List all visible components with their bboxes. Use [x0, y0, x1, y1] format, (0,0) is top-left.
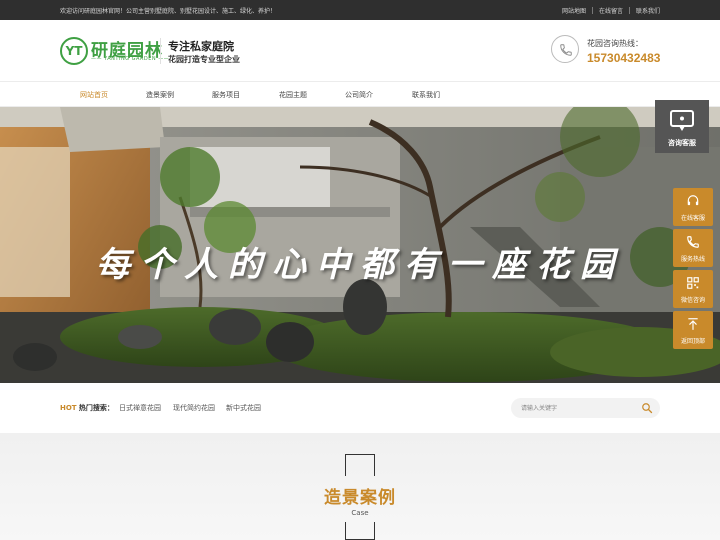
divider [591, 7, 593, 14]
nav-contact[interactable]: 联系我们 [412, 90, 440, 100]
wechat-consult-button[interactable]: 微信咨询 [673, 270, 713, 308]
banner-headline: 每个人的心中都有一座花园 [96, 245, 624, 285]
main-nav: 网站首页 造景案例 服务项目 花园主题 公司简介 联系我们 [0, 81, 720, 107]
hotline-label: 花园咨询热线： [587, 39, 643, 48]
phone-icon [687, 236, 699, 248]
back-to-top-button[interactable]: 返回顶部 [673, 311, 713, 349]
hot-keyword[interactable]: 现代简约花园 [173, 403, 215, 413]
search-icon[interactable] [641, 402, 653, 414]
title-frame [345, 522, 375, 540]
search-box [511, 398, 660, 418]
top-links: 网站地图 在线留言 联系我们 [562, 6, 660, 15]
online-service-button[interactable]: 在线客服 [673, 188, 713, 226]
nav-cases[interactable]: 造景案例 [146, 90, 174, 100]
welcome-text: 欢迎访问研庭园林官网！公司主营别墅庭院、别墅花园设计、施工、绿化、养护！ [60, 8, 277, 15]
logo-icon[interactable]: YT [60, 37, 88, 65]
service-hotline-label: 服务热线 [680, 256, 705, 263]
hot-keyword[interactable]: 新中式花园 [226, 403, 261, 413]
hot-search-title: 热门搜索： [78, 404, 114, 412]
hero-banner: 每个人的心中都有一座花园 [0, 107, 720, 383]
online-message-link[interactable]: 在线留言 [599, 6, 623, 15]
nav-themes[interactable]: 花园主题 [279, 90, 307, 100]
top-bar: 欢迎访问研庭园林官网！公司主营别墅庭院、别墅花园设计、施工、绿化、养护！ 网站地… [0, 0, 720, 20]
online-service-label: 在线客服 [680, 215, 705, 222]
consult-label: 咨询客服 [668, 139, 696, 147]
back-to-top-label: 返回顶部 [680, 338, 705, 345]
nav-home[interactable]: 网站首页 [80, 90, 108, 100]
chat-bubble-icon [670, 110, 694, 131]
divider [160, 38, 161, 64]
search-input[interactable] [521, 402, 631, 414]
phone-icon [551, 35, 579, 63]
section-title-text: 造景案例 [322, 488, 398, 508]
slogan-main: 专注私家庭院 [168, 40, 234, 53]
hot-tag: HOT [60, 404, 77, 412]
case-section: 造景案例 Case [0, 433, 720, 540]
section-subtitle: Case [351, 509, 369, 517]
headset-icon [687, 195, 699, 206]
section-title: 造景案例 [0, 483, 720, 508]
qr-code-icon [687, 277, 699, 289]
title-frame [345, 454, 375, 476]
hotline-number[interactable]: 15730432483 [587, 51, 660, 65]
consult-widget[interactable]: 咨询客服 [655, 100, 709, 153]
nav-services[interactable]: 服务项目 [212, 90, 240, 100]
logo-english-text: —— YANTING GARDEN —— [91, 56, 170, 62]
divider [628, 7, 630, 14]
nav-about[interactable]: 公司简介 [345, 90, 373, 100]
sitemap-link[interactable]: 网站地图 [562, 6, 586, 15]
service-hotline-button[interactable]: 服务热线 [673, 229, 713, 267]
wechat-consult-label: 微信咨询 [680, 297, 705, 304]
hot-keyword[interactable]: 日式禅意花园 [119, 403, 161, 413]
slogan-sub: 花园打造专业型企业 [168, 55, 240, 64]
search-row: HOT 热门搜索： 日式禅意花园 现代简约花园 新中式花园 [0, 383, 720, 433]
site-header: YT 研庭园林 —— YANTING GARDEN —— 专注私家庭院 花园打造… [0, 20, 720, 81]
hot-search-label: HOT 热门搜索： [60, 403, 114, 413]
contact-us-link[interactable]: 联系我们 [636, 6, 660, 15]
arrow-up-icon [688, 318, 698, 330]
